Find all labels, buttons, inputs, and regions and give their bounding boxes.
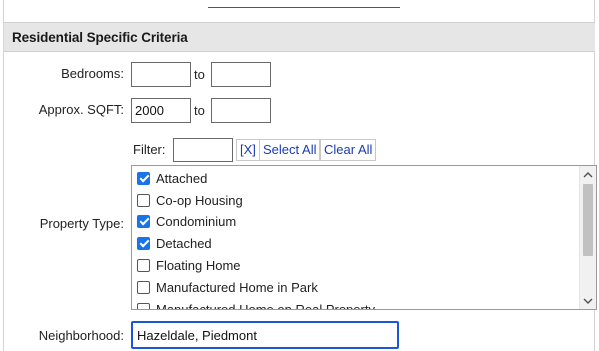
sqft-label: Approx. SQFT: [38, 102, 124, 117]
property-type-label: Property Type: [39, 216, 124, 231]
option-attached[interactable]: Attached [137, 167, 207, 189]
bedrooms-min-input[interactable] [131, 62, 191, 87]
sqft-to-label: to [194, 103, 205, 118]
section-title: Residential Specific Criteria [12, 30, 188, 45]
option-co-op-housing[interactable]: Co-op Housing [137, 189, 243, 211]
clear-all-button[interactable]: Clear All [320, 139, 377, 161]
option-label: Manufactured Home on Real Property [156, 301, 375, 310]
bedrooms-label: Bedrooms: [61, 66, 124, 81]
option-floating-home[interactable]: Floating Home [137, 254, 241, 276]
select-all-button[interactable]: Select All [259, 139, 321, 161]
section-header: Residential Specific Criteria [4, 22, 595, 52]
option-manufactured-home-in-park[interactable]: Manufactured Home in Park [137, 276, 318, 298]
chevron-up-icon[interactable] [580, 166, 596, 182]
option-label: Condominium [156, 213, 237, 229]
neighborhood-label: Neighborhood: [38, 328, 124, 343]
checkbox-floating-home[interactable] [137, 258, 150, 272]
option-label: Floating Home [156, 257, 241, 273]
clear-filter-button[interactable]: [X] [236, 139, 260, 161]
checkbox-condominium[interactable] [137, 214, 150, 228]
checkbox-manufactured-home-on-real-property[interactable] [137, 302, 150, 309]
filter-label: Filter: [133, 142, 166, 157]
checkbox-co-op-housing[interactable] [137, 193, 150, 207]
left-border [3, 0, 4, 351]
bedrooms-to-label: to [194, 67, 205, 82]
filter-input[interactable] [173, 138, 233, 162]
option-label: Detached [156, 235, 212, 251]
neighborhood-input[interactable] [131, 321, 399, 349]
option-condominium[interactable]: Condominium [137, 210, 236, 232]
checkbox-attached[interactable] [137, 171, 150, 185]
checkbox-detached[interactable] [137, 236, 150, 250]
property-type-listbox[interactable]: Attached Co-op Housing Condominium Detac… [131, 165, 597, 310]
chevron-down-icon[interactable] [580, 293, 596, 309]
checkbox-manufactured-home-in-park[interactable] [137, 280, 150, 294]
option-detached[interactable]: Detached [137, 232, 212, 254]
sqft-min-input[interactable] [131, 98, 191, 123]
bedrooms-max-input[interactable] [211, 62, 271, 87]
option-label: Manufactured Home in Park [156, 279, 318, 295]
option-label: Attached [156, 170, 208, 186]
option-label: Co-op Housing [156, 192, 243, 208]
listbox-scrollbar[interactable] [579, 166, 596, 309]
sqft-max-input[interactable] [211, 98, 271, 123]
option-manufactured-home-on-real-property[interactable]: Manufactured Home on Real Property [137, 298, 375, 310]
scrollbar-thumb[interactable] [583, 184, 593, 256]
top-divider [208, 7, 400, 8]
